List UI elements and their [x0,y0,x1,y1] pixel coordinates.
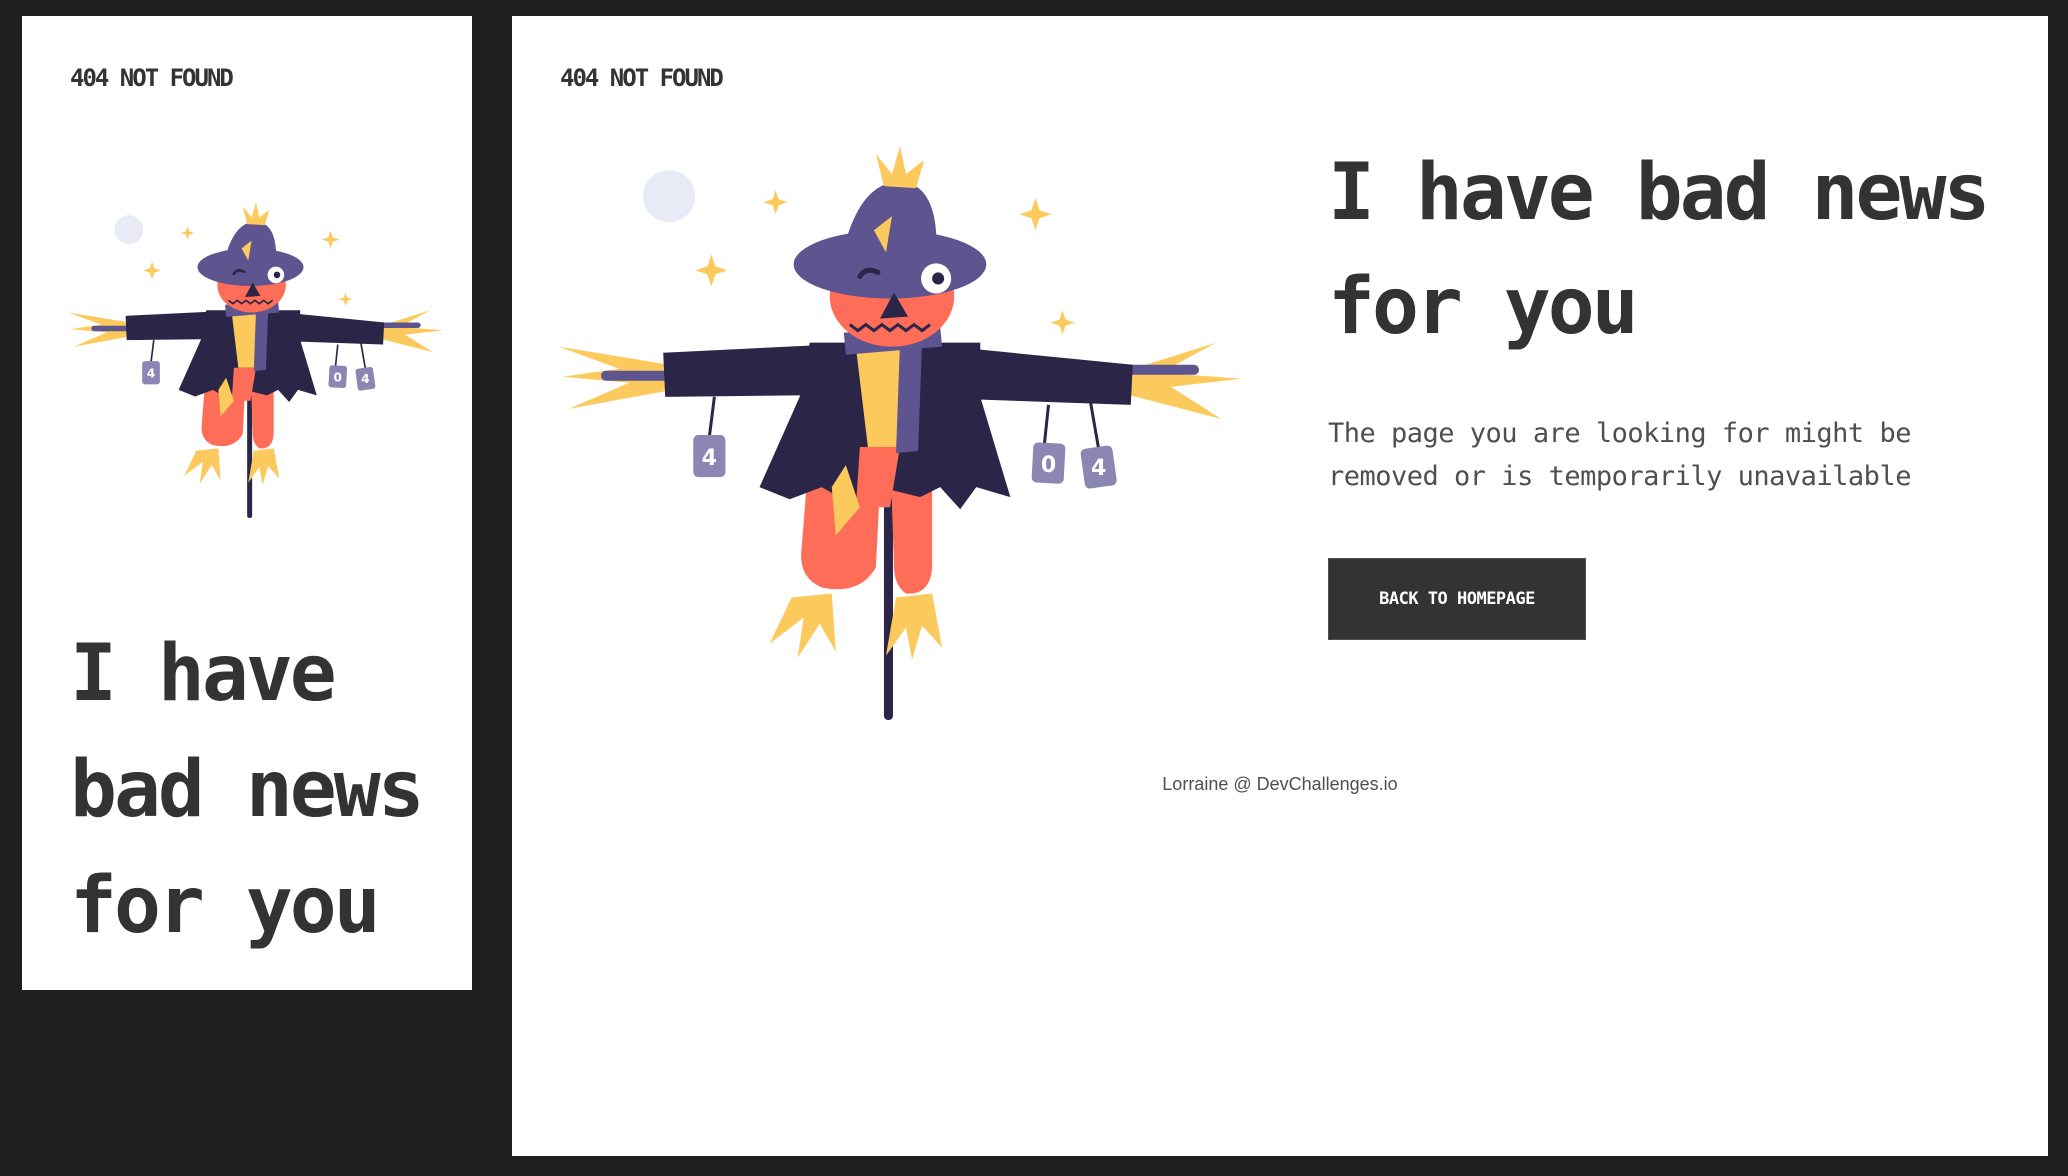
scarecrow-illustration: 4 0 4 [558,146,1242,738]
footer-credit: Lorraine @ DevChallenges.io [1162,774,1398,794]
page-description: The page you are looking for might be re… [1328,418,1911,492]
mobile-preview: 404 NOT FOUND I have bad news for you [22,16,472,990]
desktop-preview: 404 NOT FOUND I have bad news for you Th… [512,16,2048,1156]
logo[interactable]: 404 NOT FOUND [560,64,724,92]
page-headline: I have bad news for you [70,629,425,951]
logo[interactable]: 404 NOT FOUND [70,64,234,92]
scarecrow-illustration [66,200,446,528]
page-headline: I have bad news for you [1328,148,1990,352]
back-to-homepage-button[interactable]: BACK TO HOMEPAGE [1328,558,1586,640]
